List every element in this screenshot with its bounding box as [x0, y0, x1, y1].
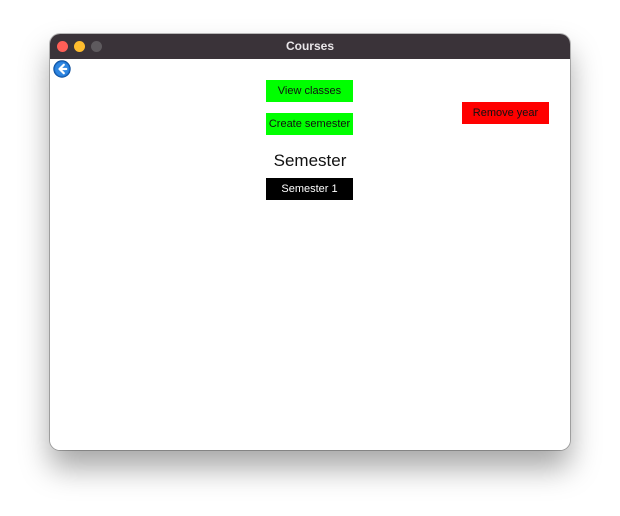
create-semester-button[interactable]: Create semester	[266, 113, 353, 135]
window-title: Courses	[285, 39, 335, 53]
desktop-background: Courses View classes Create semester Rem…	[0, 0, 620, 516]
courses-window: Courses View classes Create semester Rem…	[50, 34, 570, 450]
back-arrow-icon	[53, 60, 71, 78]
semester-1-button[interactable]: Semester 1	[266, 178, 353, 200]
window-titlebar: Courses	[50, 34, 570, 59]
view-classes-button[interactable]: View classes	[266, 80, 353, 102]
semester-heading: Semester	[273, 151, 347, 170]
back-button[interactable]	[53, 60, 71, 78]
remove-year-button[interactable]: Remove year	[462, 102, 549, 124]
main-content: View classes Create semester Remove year…	[50, 59, 570, 450]
